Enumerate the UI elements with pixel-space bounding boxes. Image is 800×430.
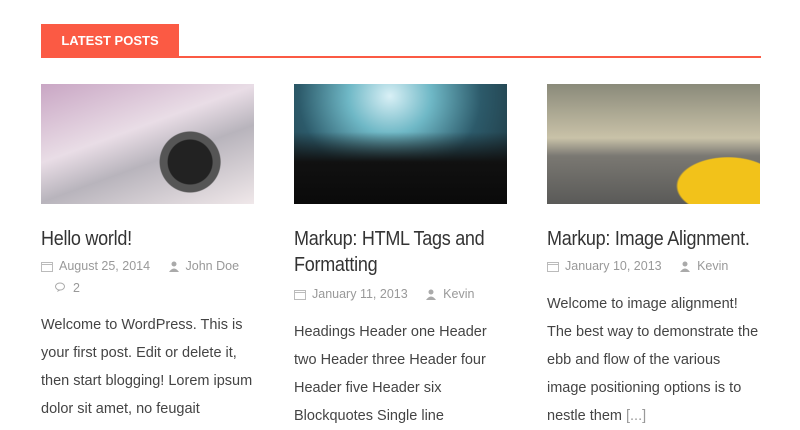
excerpt-text: Headings Header one Header two Header th…: [294, 323, 487, 424]
post-meta: January 10, 2013 Kevin: [547, 258, 760, 276]
post-title[interactable]: Markup: HTML Tags and Formatting: [294, 226, 506, 278]
post-excerpt: Headings Header one Header two Header th…: [294, 318, 507, 430]
post-author[interactable]: Kevin: [443, 286, 474, 302]
post-date[interactable]: August 25, 2014: [59, 258, 150, 274]
comment-count[interactable]: 2: [73, 280, 80, 296]
post-author[interactable]: John Doe: [186, 258, 240, 274]
calendar-icon: [294, 289, 306, 300]
section-divider: [41, 56, 761, 58]
post-card: Hello world! August 25, 2014 John Doe 2 …: [41, 84, 254, 423]
post-excerpt: Welcome to image alignment! The best way…: [547, 290, 760, 430]
post-card: Markup: HTML Tags and Formatting January…: [294, 84, 507, 430]
post-date[interactable]: January 10, 2013: [565, 258, 662, 274]
user-icon: [168, 261, 179, 272]
post-card: Markup: Image Alignment. January 10, 201…: [547, 84, 760, 430]
post-title[interactable]: Hello world!: [41, 226, 253, 252]
post-excerpt: Welcome to WordPress. This is your first…: [41, 311, 254, 423]
post-date[interactable]: January 11, 2013: [312, 286, 408, 302]
post-title[interactable]: Markup: Image Alignment.: [547, 226, 759, 252]
post-thumbnail-camera[interactable]: [41, 84, 254, 204]
calendar-icon: [547, 261, 559, 272]
excerpt-text: Welcome to WordPress. This is your first…: [41, 317, 253, 417]
user-icon: [426, 289, 437, 300]
comments-icon: [55, 282, 65, 292]
post-meta: August 25, 2014 John Doe 2: [41, 258, 254, 297]
user-icon: [680, 261, 691, 272]
post-thumbnail-taxi[interactable]: [547, 84, 760, 204]
excerpt-text: Welcome to image alignment! The best way…: [547, 295, 759, 424]
calendar-icon: [41, 261, 53, 272]
section-title: LATEST POSTS: [41, 24, 179, 56]
post-thumbnail-concert[interactable]: [294, 84, 507, 204]
post-meta: January 11, 2013 Kevin: [294, 286, 507, 304]
post-author[interactable]: Kevin: [697, 258, 728, 274]
read-more-link[interactable]: [...]: [626, 408, 646, 424]
